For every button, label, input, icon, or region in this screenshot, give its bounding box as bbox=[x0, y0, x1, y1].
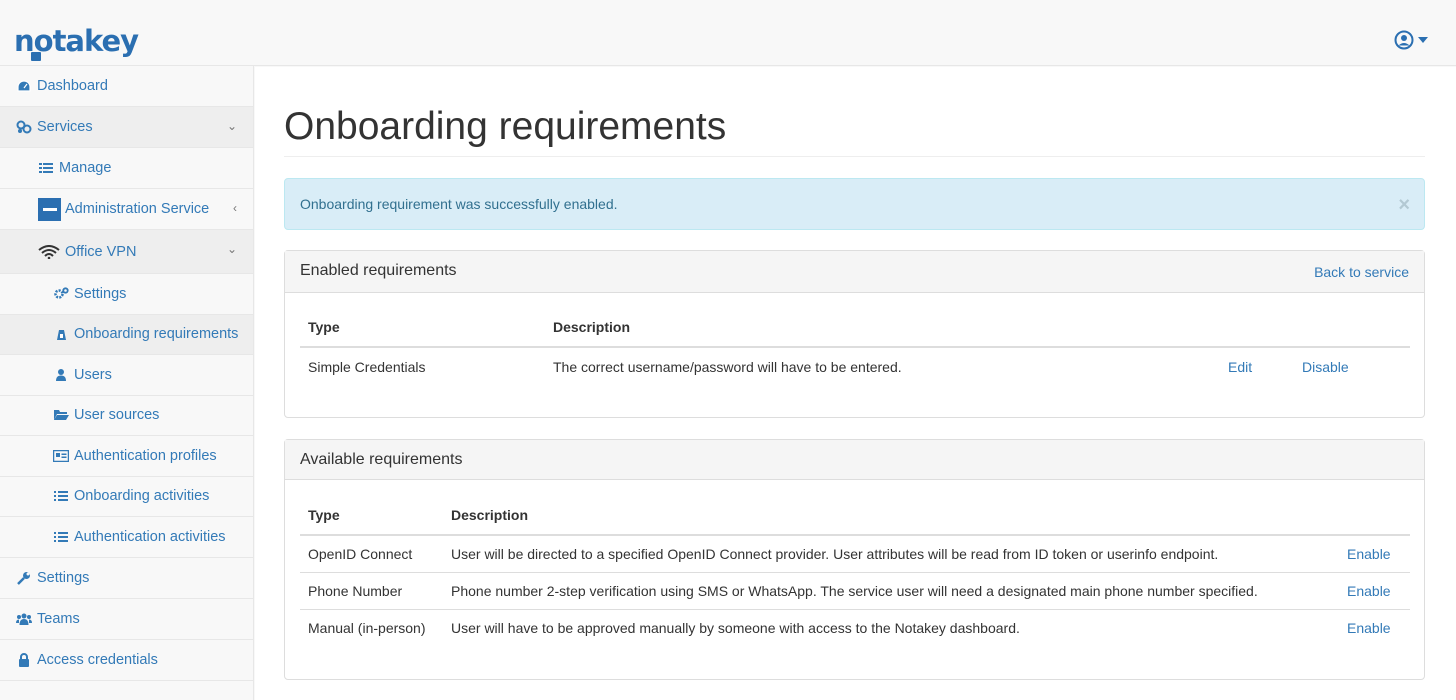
column-header-action bbox=[1339, 495, 1410, 536]
column-header-description: Description bbox=[443, 495, 1339, 536]
panel-title: Enabled requirements bbox=[300, 262, 457, 279]
sidebar-item-authentication-activities[interactable]: Authentication activities bbox=[0, 517, 253, 558]
sidebar-item-label: User sources bbox=[74, 407, 160, 424]
caret-down-icon bbox=[1418, 37, 1428, 43]
sidebar-item-label: Users bbox=[74, 366, 112, 383]
available-requirements-panel: Available requirements Type Description … bbox=[284, 439, 1425, 680]
sidebar-item-dashboard[interactable]: Dashboard bbox=[0, 66, 253, 107]
admin-service-logo bbox=[38, 197, 61, 221]
column-header-edit bbox=[1220, 307, 1294, 348]
sidebar-item-label: Access credentials bbox=[37, 651, 158, 668]
requirement-description: Phone number 2-step verification using S… bbox=[443, 571, 1339, 609]
table-row: OpenID Connect User will be directed to … bbox=[300, 535, 1410, 572]
chevron-down-icon: ⌄ bbox=[226, 119, 237, 133]
users-icon bbox=[16, 611, 32, 627]
wrench-icon bbox=[16, 570, 32, 586]
alert-message: Onboarding requirement was successfully … bbox=[300, 196, 618, 212]
sidebar-item-office-vpn[interactable]: Office VPN ⌄ bbox=[0, 230, 253, 274]
sidebar-item-user-sources[interactable]: User sources bbox=[0, 396, 253, 436]
sidebar-item-label: Onboarding activities bbox=[74, 488, 210, 505]
cogs-icon bbox=[53, 286, 69, 302]
panel-heading: Available requirements bbox=[285, 440, 1424, 480]
sidebar-item-access-credentials[interactable]: Access credentials bbox=[0, 640, 253, 681]
onboarding-icon bbox=[53, 326, 69, 342]
sidebar-item-label: Manage bbox=[59, 160, 112, 176]
sidebar-item-label: Authentication profiles bbox=[74, 447, 217, 464]
table-row: Manual (in-person) User will have to be … bbox=[300, 608, 1410, 646]
sidebar-item-label: Teams bbox=[37, 610, 80, 627]
chevron-down-icon: ⌄ bbox=[226, 242, 237, 256]
lock-icon bbox=[16, 652, 32, 668]
chevron-left-icon: ‹ bbox=[233, 201, 237, 215]
user-icon bbox=[53, 367, 69, 383]
sidebar-item-label: Onboarding requirements bbox=[74, 326, 239, 343]
title-divider bbox=[284, 156, 1425, 157]
notakey-logo[interactable]: notakey bbox=[14, 24, 139, 61]
table-header-row: Type Description bbox=[300, 307, 1410, 348]
sidebar-item-label: Office VPN bbox=[65, 243, 137, 260]
sidebar-item-users[interactable]: Users bbox=[0, 355, 253, 396]
enable-link[interactable]: Enable bbox=[1347, 620, 1391, 636]
user-circle-icon bbox=[1394, 30, 1414, 50]
page-title: Onboarding requirements bbox=[284, 105, 727, 148]
sidebar-item-teams[interactable]: Teams bbox=[0, 599, 253, 640]
sidebar-item-settings[interactable]: Settings bbox=[0, 274, 253, 315]
sidebar-item-onboarding-activities[interactable]: Onboarding activities bbox=[0, 477, 253, 517]
requirement-description: The correct username/password will have … bbox=[553, 358, 902, 375]
table-row: Simple Credentials The correct username/… bbox=[300, 347, 1410, 385]
sidebar-item-onboarding-requirements[interactable]: Onboarding requirements bbox=[0, 314, 253, 355]
services-icon bbox=[16, 119, 32, 135]
list-icon bbox=[53, 529, 69, 545]
edit-link[interactable]: Edit bbox=[1228, 359, 1252, 375]
close-icon[interactable]: × bbox=[1398, 194, 1410, 217]
sidebar-item-label: Services bbox=[37, 119, 93, 135]
sidebar-item-label: Settings bbox=[37, 569, 90, 586]
sidebar-item-label: Administration Service bbox=[65, 201, 210, 217]
requirement-type: Simple Credentials bbox=[308, 358, 426, 375]
sidebar-item-label: Dashboard bbox=[37, 78, 108, 94]
table-header-row: Type Description bbox=[300, 495, 1410, 536]
requirement-type: Phone Number bbox=[300, 571, 443, 609]
back-to-service-link[interactable]: Back to service bbox=[1314, 264, 1409, 280]
folder-icon bbox=[53, 407, 69, 423]
success-alert: Onboarding requirement was successfully … bbox=[284, 178, 1425, 230]
main-content: Onboarding requirements Onboarding requi… bbox=[255, 67, 1456, 700]
list-icon bbox=[53, 488, 69, 504]
panel-heading: Enabled requirements Back to service bbox=[285, 251, 1424, 293]
sidebar-item-label: Settings bbox=[74, 285, 127, 302]
enabled-requirements-table: Type Description Simple Credentials The … bbox=[300, 307, 1410, 385]
logo-lock-icon bbox=[31, 52, 41, 61]
table-row: Phone Number Phone number 2-step verific… bbox=[300, 571, 1410, 609]
requirement-type: OpenID Connect bbox=[308, 545, 413, 562]
disable-link[interactable]: Disable bbox=[1302, 359, 1349, 375]
panel-title: Available requirements bbox=[300, 451, 463, 468]
column-header-type: Type bbox=[300, 495, 443, 536]
list-icon bbox=[38, 160, 54, 176]
requirement-type: Manual (in-person) bbox=[300, 608, 443, 646]
enable-link[interactable]: Enable bbox=[1347, 583, 1391, 599]
requirement-description: User will have to be approved manually b… bbox=[443, 608, 1339, 646]
column-header-disable bbox=[1294, 307, 1410, 348]
wifi-icon bbox=[38, 244, 60, 260]
enable-link[interactable]: Enable bbox=[1347, 546, 1391, 562]
top-navbar: notakey bbox=[0, 0, 1456, 66]
sidebar-item-services[interactable]: Services ⌄ bbox=[0, 107, 253, 148]
sidebar-item-global-settings[interactable]: Settings bbox=[0, 558, 253, 599]
available-requirements-table: Type Description OpenID Connect User wil… bbox=[300, 495, 1410, 646]
enabled-requirements-panel: Enabled requirements Back to service Typ… bbox=[284, 250, 1425, 418]
dashboard-icon bbox=[16, 78, 32, 94]
column-header-description: Description bbox=[545, 307, 1220, 348]
id-card-icon bbox=[53, 448, 69, 464]
user-menu[interactable] bbox=[1394, 30, 1428, 50]
requirement-description: User will be directed to a specified Ope… bbox=[451, 545, 1219, 562]
sidebar: Dashboard Services ⌄ Manage Administrati… bbox=[0, 66, 254, 700]
column-header-type: Type bbox=[300, 307, 545, 348]
sidebar-item-manage[interactable]: Manage bbox=[0, 148, 253, 189]
sidebar-item-label: Authentication activities bbox=[74, 528, 226, 545]
sidebar-item-authentication-profiles[interactable]: Authentication profiles bbox=[0, 436, 253, 477]
sidebar-item-administration-service[interactable]: Administration Service ‹ bbox=[0, 189, 253, 230]
